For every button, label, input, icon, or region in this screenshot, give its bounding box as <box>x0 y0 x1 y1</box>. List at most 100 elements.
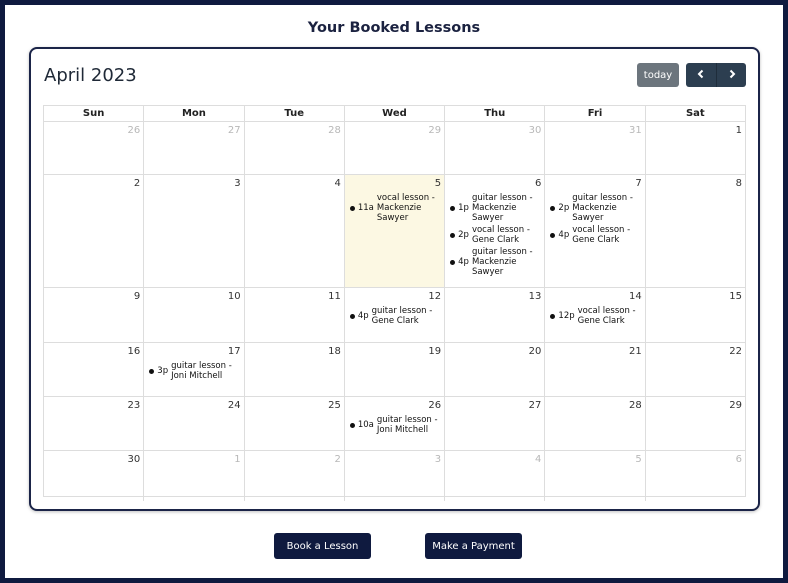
day-number[interactable]: 14 <box>548 290 642 304</box>
day-cell[interactable]: 5 <box>544 451 644 501</box>
day-cell[interactable]: 21 <box>544 343 644 396</box>
calendar-event[interactable]: 2p vocal lesson - Gene Clark <box>448 225 541 245</box>
day-number[interactable]: 4 <box>248 177 340 191</box>
day-number[interactable]: 27 <box>448 399 542 413</box>
day-cell[interactable]: 30 <box>44 451 143 501</box>
day-number[interactable]: 26 <box>348 399 441 413</box>
day-cell[interactable]: 13 <box>444 288 544 342</box>
day-number[interactable]: 9 <box>47 290 140 304</box>
day-number[interactable]: 25 <box>248 399 341 413</box>
calendar-event[interactable]: 1p guitar lesson - Mackenzie Sawyer <box>448 193 541 223</box>
day-number[interactable]: 28 <box>248 124 341 138</box>
day-number[interactable]: 11 <box>248 290 341 304</box>
day-number[interactable]: 15 <box>649 290 742 304</box>
day-cell[interactable]: 17 3p guitar lesson - Joni Mitchell <box>143 343 243 396</box>
day-number[interactable]: 1 <box>649 124 742 138</box>
day-cell[interactable]: 30 <box>444 122 544 174</box>
next-month-button[interactable] <box>716 63 746 87</box>
calendar-event[interactable]: 2p guitar lesson - Mackenzie Sawyer <box>548 193 641 223</box>
day-cell[interactable]: 19 <box>343 343 444 396</box>
day-number[interactable]: 6 <box>448 177 541 191</box>
day-cell[interactable]: 23 <box>44 397 143 450</box>
day-number[interactable]: 24 <box>147 399 241 413</box>
day-number[interactable]: 16 <box>47 345 141 359</box>
day-cell[interactable]: 18 <box>243 343 344 396</box>
day-number[interactable]: 5 <box>348 177 441 191</box>
day-number[interactable]: 3 <box>147 177 240 191</box>
make-payment-button[interactable]: Make a Payment <box>425 533 522 559</box>
day-number[interactable]: 20 <box>448 345 542 359</box>
day-number[interactable]: 23 <box>47 399 141 413</box>
day-cell[interactable]: 26 10a guitar lesson - Joni Mitchell <box>343 397 444 450</box>
day-cell[interactable]: 1 <box>644 122 745 174</box>
day-number[interactable]: 6 <box>649 453 742 467</box>
day-cell[interactable]: 27 <box>143 122 243 174</box>
day-number[interactable]: 27 <box>147 124 241 138</box>
day-number[interactable]: 5 <box>548 453 641 467</box>
day-cell[interactable]: 27 <box>444 397 544 450</box>
day-number[interactable]: 2 <box>248 453 340 467</box>
day-cell[interactable]: 1 <box>143 451 243 501</box>
day-cell[interactable]: 7 2p guitar lesson - Mackenzie Sawyer 4p voc… <box>544 175 644 287</box>
day-number[interactable]: 8 <box>649 177 742 191</box>
day-cell[interactable]: 4 <box>243 175 344 287</box>
day-cell[interactable]: 24 <box>143 397 243 450</box>
book-lesson-button[interactable]: Book a Lesson <box>274 533 371 559</box>
day-cell[interactable]: 16 <box>44 343 143 396</box>
calendar-event[interactable]: 4p guitar lesson - Mackenzie Sawyer <box>448 247 541 277</box>
day-cell[interactable]: 31 <box>544 122 644 174</box>
prev-month-button[interactable] <box>686 63 716 87</box>
calendar-event[interactable]: 10a guitar lesson - Joni Mitchell <box>348 415 441 435</box>
day-number[interactable]: 29 <box>348 124 441 138</box>
day-cell[interactable]: 6 1p guitar lesson - Mackenzie Sawyer 2p voc… <box>444 175 544 287</box>
day-cell[interactable]: 15 <box>644 288 745 342</box>
day-cell[interactable]: 12 4p guitar lesson - Gene Clark <box>343 288 444 342</box>
calendar-event[interactable]: 4p guitar lesson - Gene Clark <box>348 306 441 326</box>
day-cell[interactable]: 3 <box>343 451 444 501</box>
day-number[interactable]: 1 <box>147 453 240 467</box>
day-cell[interactable]: 29 <box>644 397 745 450</box>
day-cell[interactable]: 14 12p vocal lesson - Gene Clark <box>544 288 644 342</box>
day-cell[interactable]: 22 <box>644 343 745 396</box>
day-number[interactable]: 18 <box>248 345 341 359</box>
calendar-event[interactable]: 3p guitar lesson - Joni Mitchell <box>147 361 240 381</box>
day-cell[interactable]: 9 <box>44 288 143 342</box>
day-cell[interactable]: 28 <box>544 397 644 450</box>
day-cell[interactable]: 3 <box>143 175 243 287</box>
day-number[interactable]: 29 <box>649 399 742 413</box>
today-button[interactable]: today <box>637 63 679 87</box>
day-number[interactable]: 17 <box>147 345 241 359</box>
day-number[interactable]: 7 <box>548 177 641 191</box>
day-number[interactable]: 3 <box>348 453 441 467</box>
day-number[interactable]: 12 <box>348 290 441 304</box>
day-number[interactable]: 28 <box>548 399 642 413</box>
day-number[interactable]: 26 <box>47 124 141 138</box>
day-cell[interactable]: 26 <box>44 122 143 174</box>
day-number[interactable]: 30 <box>448 124 542 138</box>
day-cell[interactable]: 10 <box>143 288 243 342</box>
day-number[interactable]: 19 <box>348 345 441 359</box>
day-number[interactable]: 30 <box>47 453 141 467</box>
day-number[interactable]: 21 <box>548 345 642 359</box>
day-cell-today[interactable]: 5 11a vocal lesson - Mackenzie Sawyer <box>343 175 445 287</box>
day-cell[interactable]: 8 <box>644 175 745 287</box>
day-number[interactable]: 10 <box>147 290 241 304</box>
day-cell[interactable]: 28 <box>243 122 344 174</box>
day-cell[interactable]: 4 <box>444 451 544 501</box>
day-number[interactable]: 31 <box>548 124 642 138</box>
day-cell[interactable]: 11 <box>243 288 344 342</box>
day-cell[interactable]: 2 <box>44 175 143 287</box>
day-number[interactable]: 4 <box>448 453 541 467</box>
day-cell[interactable]: 29 <box>343 122 444 174</box>
calendar-event[interactable]: 12p vocal lesson - Gene Clark <box>548 306 641 326</box>
event-title: vocal lesson - Gene Clark <box>577 306 636 326</box>
calendar-event[interactable]: 11a vocal lesson - Mackenzie Sawyer <box>348 193 441 223</box>
day-cell[interactable]: 2 <box>243 451 344 501</box>
day-cell[interactable]: 25 <box>243 397 344 450</box>
day-cell[interactable]: 6 <box>644 451 745 501</box>
day-number[interactable]: 2 <box>47 177 140 191</box>
day-number[interactable]: 22 <box>649 345 742 359</box>
day-cell[interactable]: 20 <box>444 343 544 396</box>
calendar-event[interactable]: 4p vocal lesson - Gene Clark <box>548 225 641 245</box>
day-number[interactable]: 13 <box>448 290 542 304</box>
